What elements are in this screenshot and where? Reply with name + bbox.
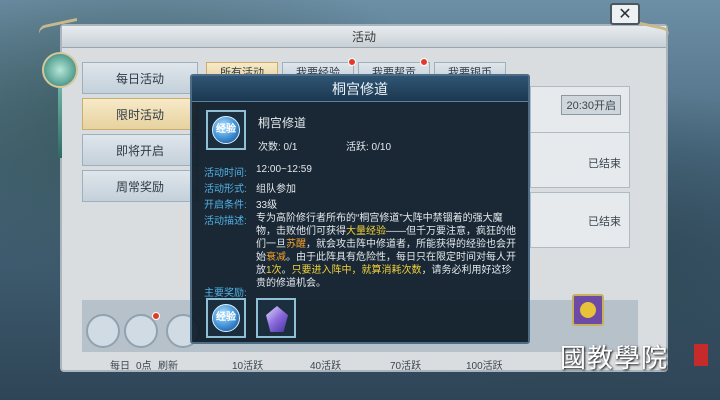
description-label: 活动描述: — [204, 216, 247, 227]
sidebar-item-label: 周常奖励 — [115, 180, 164, 194]
desc-highlight: 苏醒 — [286, 239, 306, 250]
activity-count: 次数: 0/1 — [258, 142, 298, 153]
notification-dot — [420, 58, 428, 66]
notification-dot — [348, 58, 356, 66]
desc-highlight: 只要进入阵中，就算消耗次数 — [291, 265, 422, 276]
refresh-label-refresh: 刷新 — [158, 361, 178, 372]
close-icon: ✕ — [618, 4, 632, 23]
popup-title: 桐宫修道 — [192, 76, 528, 102]
condition-value: 33级 — [256, 200, 278, 211]
sidebar-item-label: 每日活动 — [115, 72, 164, 86]
list-item-status: 已结束 — [588, 158, 621, 170]
desc-highlight: 1次 — [266, 265, 282, 276]
description-text: 专为高阶修行者所布的“桐宫修道”大阵中禁锢着的强大魔物，击败他们可获得大量经验—… — [256, 212, 520, 290]
desc-segment: 。 — [281, 265, 292, 276]
milestone-label: 10活跃 — [232, 361, 264, 372]
time-value: 12:00~12:59 — [256, 164, 312, 175]
form-value: 组队参加 — [256, 184, 296, 195]
sidebar-item-weekly[interactable]: 周常奖励 — [82, 170, 198, 202]
rewards-label: 主要奖励: — [204, 288, 247, 299]
sidebar-item-limited[interactable]: 限时活动 — [82, 98, 198, 130]
refresh-label-time: 0点 — [136, 361, 152, 372]
exp-orb: 经验 — [212, 116, 240, 144]
notification-dot — [152, 312, 160, 320]
desc-highlight: 大量经验 — [346, 226, 386, 237]
activity-detail-popup: 桐宫修道 经验 桐宫修道 次数: 0/1 活跃: 0/10 活动时间: 12:0… — [190, 74, 530, 344]
form-label: 活动形式: — [204, 184, 247, 195]
milestone-label: 100活跃 — [466, 361, 503, 372]
close-button[interactable]: ✕ — [610, 3, 640, 25]
watermark-seal — [694, 344, 708, 366]
window-title: 活动 — [351, 30, 376, 44]
list-item-status: 已结束 — [588, 216, 621, 228]
condition-label: 开启条件: — [204, 200, 247, 211]
exp-icon: 经验 — [206, 110, 246, 150]
list-item[interactable]: 已结束 — [530, 192, 630, 248]
time-label: 活动时间: — [204, 168, 247, 179]
watermark-logo: 國教學院 — [560, 344, 669, 374]
milestone-label: 70活跃 — [390, 361, 422, 372]
sidebar-item-daily[interactable]: 每日活动 — [82, 62, 198, 94]
crystal-gem-icon — [266, 306, 288, 332]
jade-pendant-icon — [42, 52, 78, 88]
tassel-decoration — [58, 88, 62, 158]
reward-exp-icon[interactable]: 经验 — [206, 298, 246, 338]
reward-exp-orb: 经验 — [212, 304, 240, 332]
calendar-icon[interactable] — [86, 314, 120, 348]
sidebar-item-upcoming[interactable]: 即将开启 — [82, 134, 198, 166]
sidebar-item-label: 限时活动 — [115, 108, 164, 122]
sidebar-item-label: 即将开启 — [115, 144, 164, 158]
list-item[interactable]: 已结束 — [530, 132, 630, 188]
refresh-label-daily: 每日 — [110, 361, 130, 372]
chest-reward-icon[interactable] — [572, 294, 604, 326]
desc-highlight: 衰减 — [266, 252, 286, 263]
milestone-label: 40活跃 — [310, 361, 342, 372]
crystal-reward-icon[interactable] — [256, 298, 296, 338]
window-title-bar: 活动 — [62, 26, 666, 48]
list-item-status: 20:30开启 — [561, 95, 621, 115]
activity-points: 活跃: 0/10 — [346, 142, 392, 153]
activity-name: 桐宫修道 — [258, 116, 307, 130]
